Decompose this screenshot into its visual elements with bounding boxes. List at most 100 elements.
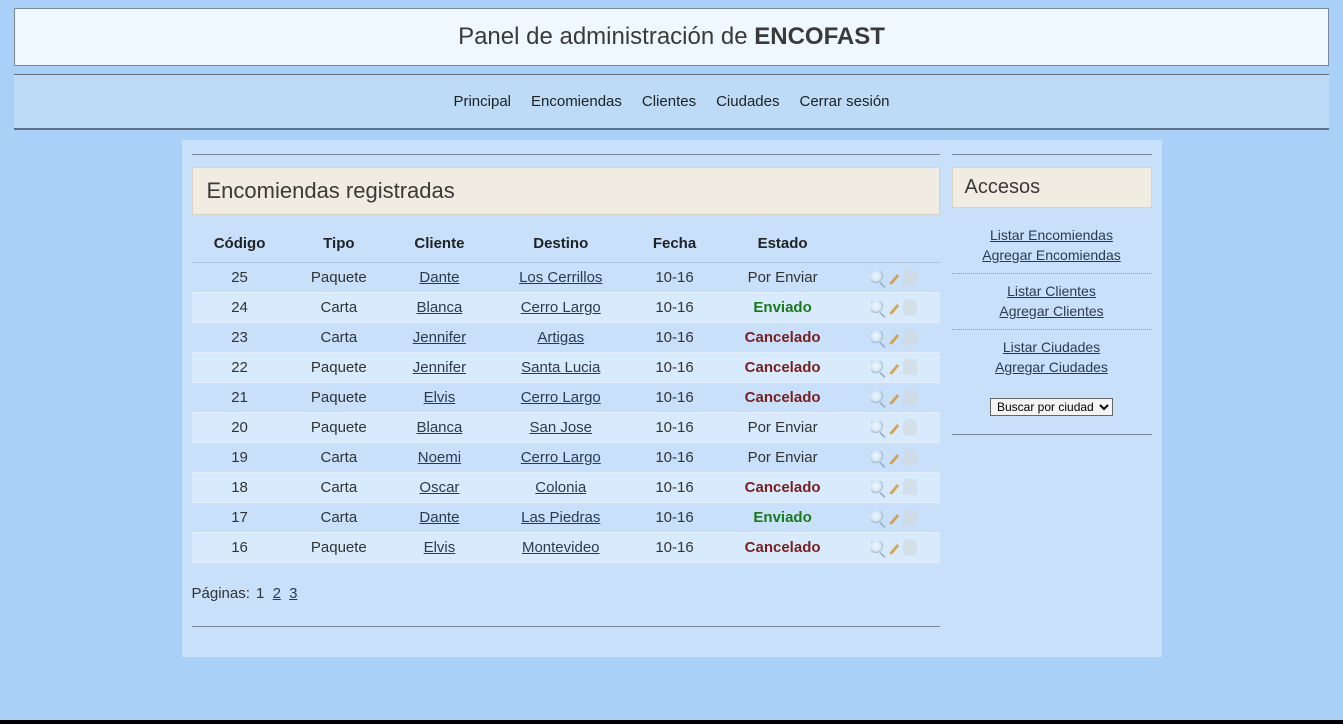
column-header: Estado: [716, 227, 849, 263]
table-row: 18CartaOscarColonia10-16Cancelado: [192, 473, 940, 503]
delete-icon[interactable]: [903, 361, 917, 375]
cell-tipo: Carta: [288, 473, 390, 503]
view-icon[interactable]: [871, 511, 885, 525]
cell-cliente: Elvis: [390, 533, 489, 563]
status-badge: Cancelado: [745, 329, 821, 346]
table-row: 22PaqueteJenniferSanta Lucia10-16Cancela…: [192, 353, 940, 383]
cell-cliente: Blanca: [390, 413, 489, 443]
accesos-panel: Accesos Listar EncomiendasAgregar Encomi…: [952, 167, 1152, 435]
nav-link-ciudades[interactable]: Ciudades: [716, 93, 779, 110]
edit-icon[interactable]: [887, 301, 901, 315]
destino-link[interactable]: San Jose: [529, 419, 592, 436]
cell-cliente: Dante: [390, 503, 489, 533]
edit-icon[interactable]: [887, 331, 901, 345]
cell-cliente: Jennifer: [390, 353, 489, 383]
cliente-link[interactable]: Jennifer: [413, 359, 466, 376]
cell-destino: Los Cerrillos: [489, 263, 633, 293]
destino-link[interactable]: Colonia: [535, 479, 586, 496]
pager-link[interactable]: 3: [289, 585, 297, 602]
status-badge: Enviado: [753, 299, 811, 316]
cliente-link[interactable]: Dante: [419, 269, 459, 286]
cell-estado: Por Enviar: [716, 443, 849, 473]
cell-destino: Las Piedras: [489, 503, 633, 533]
destino-link[interactable]: Artigas: [537, 329, 584, 346]
column-header: Código: [192, 227, 288, 263]
delete-icon[interactable]: [903, 451, 917, 465]
access-link[interactable]: Agregar Encomiendas: [952, 246, 1152, 266]
cell-destino: San Jose: [489, 413, 633, 443]
destino-link[interactable]: Los Cerrillos: [519, 269, 602, 286]
search-city-select[interactable]: Buscar por ciudad: [990, 398, 1113, 416]
destino-link[interactable]: Cerro Largo: [521, 299, 601, 316]
destino-link[interactable]: Cerro Largo: [521, 449, 601, 466]
view-icon[interactable]: [871, 541, 885, 555]
cliente-link[interactable]: Jennifer: [413, 329, 466, 346]
delete-icon[interactable]: [903, 391, 917, 405]
delete-icon[interactable]: [903, 481, 917, 495]
cell-codigo: 20: [192, 413, 288, 443]
cell-estado: Cancelado: [716, 533, 849, 563]
access-link[interactable]: Listar Encomiendas: [952, 226, 1152, 246]
cell-destino: Artigas: [489, 323, 633, 353]
edit-icon[interactable]: [887, 541, 901, 555]
divider: [192, 154, 940, 155]
view-icon[interactable]: [871, 391, 885, 405]
destino-link[interactable]: Santa Lucia: [521, 359, 600, 376]
cliente-link[interactable]: Noemi: [418, 449, 461, 466]
cell-fecha: 10-16: [633, 533, 717, 563]
cliente-link[interactable]: Elvis: [424, 539, 456, 556]
divider: [192, 626, 940, 627]
cliente-link[interactable]: Dante: [419, 509, 459, 526]
view-icon[interactable]: [871, 421, 885, 435]
pager: Páginas: 1 2 3: [192, 585, 940, 602]
edit-icon[interactable]: [887, 481, 901, 495]
nav-link-principal[interactable]: Principal: [453, 93, 511, 110]
cell-actions: [849, 473, 940, 503]
delete-icon[interactable]: [903, 331, 917, 345]
cell-tipo: Paquete: [288, 383, 390, 413]
cliente-link[interactable]: Blanca: [416, 419, 462, 436]
pager-link[interactable]: 2: [273, 585, 281, 602]
nav-link-encomiendas[interactable]: Encomiendas: [531, 93, 622, 110]
edit-icon[interactable]: [887, 361, 901, 375]
table-row: 24CartaBlancaCerro Largo10-16Enviado: [192, 293, 940, 323]
edit-icon[interactable]: [887, 451, 901, 465]
edit-icon[interactable]: [887, 391, 901, 405]
cliente-link[interactable]: Oscar: [419, 479, 459, 496]
destino-link[interactable]: Montevideo: [522, 539, 600, 556]
cell-actions: [849, 413, 940, 443]
view-icon[interactable]: [871, 271, 885, 285]
access-link[interactable]: Listar Ciudades: [952, 338, 1152, 358]
view-icon[interactable]: [871, 361, 885, 375]
cell-fecha: 10-16: [633, 473, 717, 503]
edit-icon[interactable]: [887, 421, 901, 435]
cell-estado: Enviado: [716, 503, 849, 533]
edit-icon[interactable]: [887, 271, 901, 285]
nav-link-cerrar-sesión[interactable]: Cerrar sesión: [799, 93, 889, 110]
view-icon[interactable]: [871, 331, 885, 345]
access-link[interactable]: Listar Clientes: [952, 282, 1152, 302]
view-icon[interactable]: [871, 481, 885, 495]
pager-label: Páginas:: [192, 585, 250, 602]
cell-fecha: 10-16: [633, 413, 717, 443]
cliente-link[interactable]: Elvis: [424, 389, 456, 406]
delete-icon[interactable]: [903, 301, 917, 315]
access-link[interactable]: Agregar Clientes: [952, 302, 1152, 322]
cell-tipo: Carta: [288, 323, 390, 353]
nav-link-clientes[interactable]: Clientes: [642, 93, 696, 110]
view-icon[interactable]: [871, 451, 885, 465]
view-icon[interactable]: [871, 301, 885, 315]
delete-icon[interactable]: [903, 541, 917, 555]
cell-codigo: 21: [192, 383, 288, 413]
edit-icon[interactable]: [887, 511, 901, 525]
cell-codigo: 25: [192, 263, 288, 293]
delete-icon[interactable]: [903, 271, 917, 285]
cell-cliente: Dante: [390, 263, 489, 293]
delete-icon[interactable]: [903, 421, 917, 435]
cliente-link[interactable]: Blanca: [416, 299, 462, 316]
access-link[interactable]: Agregar Ciudades: [952, 358, 1152, 378]
destino-link[interactable]: Las Piedras: [521, 509, 600, 526]
cell-tipo: Carta: [288, 293, 390, 323]
destino-link[interactable]: Cerro Largo: [521, 389, 601, 406]
delete-icon[interactable]: [903, 511, 917, 525]
